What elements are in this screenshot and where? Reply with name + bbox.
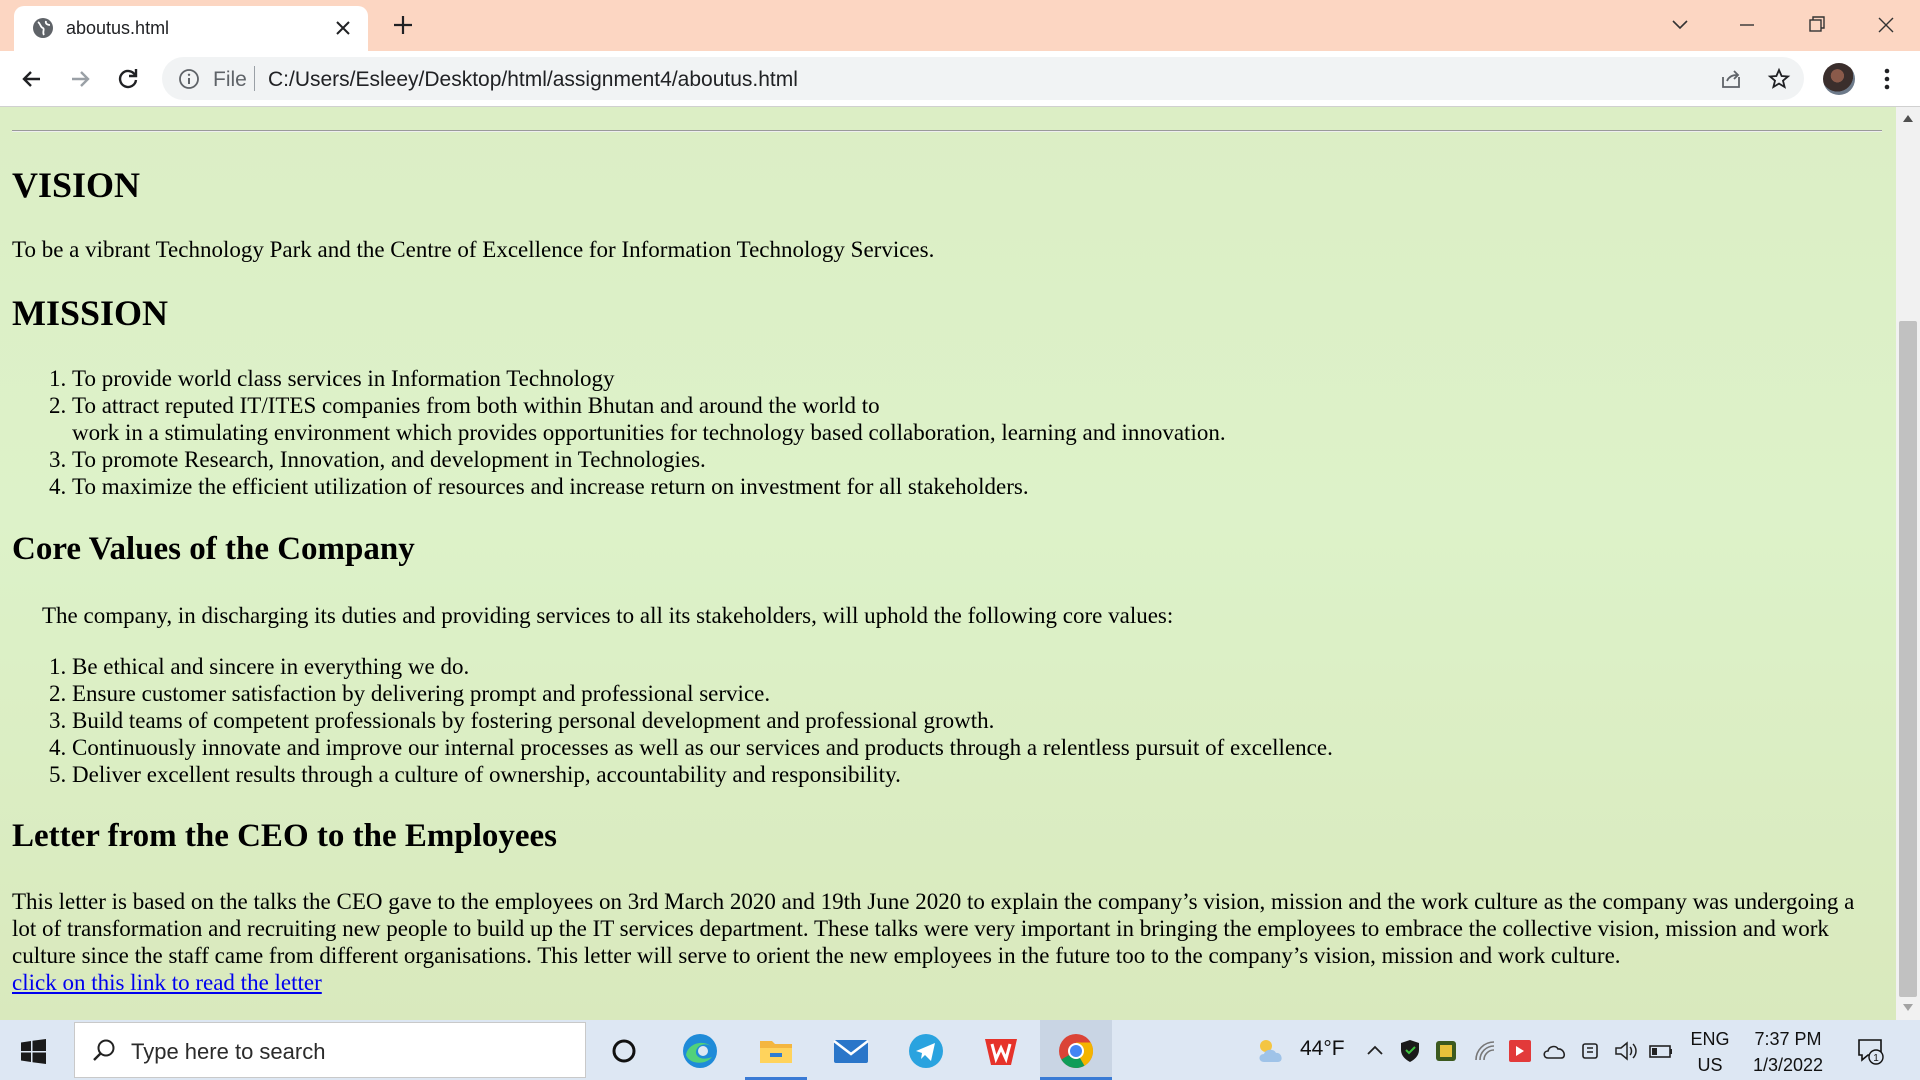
windows-icon[interactable] — [21, 1039, 46, 1064]
search-icon — [93, 1039, 115, 1061]
search-input[interactable]: Type here to search — [74, 1022, 586, 1078]
lang-code: ENG — [1690, 1029, 1730, 1049]
close-icon[interactable] — [332, 17, 354, 39]
list-item: To attract reputed IT/ITES companies fro… — [72, 392, 1882, 446]
letter-heading: Letter from the CEO to the Employees — [12, 818, 557, 854]
security-shield-icon[interactable] — [1397, 1038, 1423, 1064]
minimize-icon[interactable] — [1732, 10, 1762, 40]
url-text[interactable]: C:/Users/Esleey/Desktop/html/assignment4… — [268, 68, 798, 92]
meeting-icon[interactable] — [1578, 1038, 1604, 1064]
weather-temp[interactable]: 44°F — [1300, 1037, 1345, 1061]
forward-icon[interactable] — [66, 65, 94, 93]
wps-icon[interactable] — [981, 1031, 1021, 1071]
page-content: VISION To be a vibrant Technology Park a… — [0, 107, 1896, 1020]
info-icon[interactable] — [178, 68, 200, 90]
address-bar[interactable]: File C:/Users/Esleey/Desktop/html/assign… — [162, 57, 1804, 100]
scroll-up-icon[interactable] — [1902, 113, 1914, 123]
letter-text: This letter is based on the talks the CE… — [12, 889, 1855, 968]
browser-toolbar: File C:/Users/Esleey/Desktop/html/assign… — [0, 51, 1920, 107]
mission-list: To provide world class services in Infor… — [12, 365, 1882, 500]
chrome-icon — [1059, 1034, 1093, 1068]
list-item: Continuously innovate and improve our in… — [72, 734, 1882, 761]
taskbar: Type here to search 44°F ENG US 7:37 PM … — [0, 1020, 1920, 1080]
scroll-thumb[interactable] — [1899, 321, 1917, 997]
device-icon[interactable] — [1433, 1038, 1459, 1064]
list-item: Be ethical and sincere in everything we … — [72, 653, 1882, 680]
battery-icon[interactable] — [1648, 1038, 1674, 1064]
core-values-heading: Core Values of the Company — [12, 531, 415, 567]
network-icon[interactable] — [1472, 1038, 1498, 1064]
scroll-down-icon[interactable] — [1902, 1003, 1914, 1013]
time-text: 7:37 PM — [1754, 1029, 1822, 1049]
vision-text: To be a vibrant Technology Park and the … — [12, 237, 935, 262]
chrome-taskbar-button[interactable] — [1040, 1020, 1112, 1080]
share-icon[interactable] — [1719, 67, 1743, 91]
weather-icon[interactable] — [1254, 1036, 1288, 1066]
search-placeholder: Type here to search — [131, 1039, 326, 1064]
list-item: Build teams of competent professionals b… — [72, 707, 1882, 734]
list-item: To promote Research, Innovation, and dev… — [72, 446, 1882, 473]
clock[interactable]: 7:37 PM 1/3/2022 — [1740, 1026, 1836, 1078]
telegram-icon[interactable] — [906, 1031, 946, 1071]
mission-heading: MISSION — [12, 293, 169, 333]
avatar[interactable] — [1823, 63, 1855, 95]
vision-heading: VISION — [12, 165, 141, 205]
onedrive-icon[interactable] — [1542, 1038, 1568, 1064]
core-values-intro: The company, in discharging its duties a… — [42, 603, 1174, 628]
chevron-up-icon[interactable] — [1362, 1038, 1388, 1064]
star-icon[interactable] — [1767, 67, 1791, 91]
scheme-label: File — [213, 68, 247, 91]
list-item: To maximize the efficient utilization of… — [72, 473, 1882, 500]
core-values-list: Be ethical and sincere in everything we … — [12, 653, 1882, 788]
volume-icon[interactable] — [1613, 1038, 1639, 1064]
list-item-line: To attract reputed IT/ITES companies fro… — [72, 393, 880, 418]
restore-icon[interactable] — [1802, 10, 1832, 40]
close-window-icon[interactable] — [1871, 10, 1901, 40]
language-indicator[interactable]: ENG US — [1690, 1026, 1730, 1078]
file-explorer-icon[interactable] — [756, 1031, 796, 1071]
list-item: To provide world class services in Infor… — [72, 365, 1882, 392]
horizontal-rule — [12, 130, 1882, 132]
notification-count: 1 — [1873, 1053, 1879, 1064]
tab-aboutus[interactable]: aboutus.html — [14, 6, 368, 51]
mail-icon[interactable] — [831, 1031, 871, 1071]
lang-region: US — [1697, 1055, 1723, 1075]
back-icon[interactable] — [18, 65, 46, 93]
divider — [254, 66, 255, 91]
chevron-down-icon[interactable] — [1665, 10, 1695, 40]
reload-icon[interactable] — [114, 65, 142, 93]
plus-icon[interactable] — [391, 13, 415, 37]
tab-strip: aboutus.html — [0, 0, 1920, 51]
more-icon[interactable] — [1875, 65, 1899, 93]
letter-paragraph: This letter is based on the talks the CE… — [12, 888, 1882, 996]
cortana-icon[interactable] — [604, 1031, 644, 1071]
list-item: Deliver excellent results through a cult… — [72, 761, 1882, 788]
tab-title: aboutus.html — [66, 18, 170, 38]
date-text: 1/3/2022 — [1752, 1055, 1824, 1075]
globe-icon — [33, 18, 53, 38]
notification-icon[interactable]: 1 — [1856, 1036, 1884, 1066]
letter-link[interactable]: click on this link to read the letter — [12, 970, 322, 995]
list-item-line: work in a stimulating environment which … — [72, 420, 1226, 445]
edge-icon[interactable] — [680, 1031, 720, 1071]
list-item: Ensure customer satisfaction by deliveri… — [72, 680, 1882, 707]
scrollbar[interactable] — [1896, 107, 1920, 1020]
app-tray-icon[interactable] — [1507, 1038, 1533, 1064]
